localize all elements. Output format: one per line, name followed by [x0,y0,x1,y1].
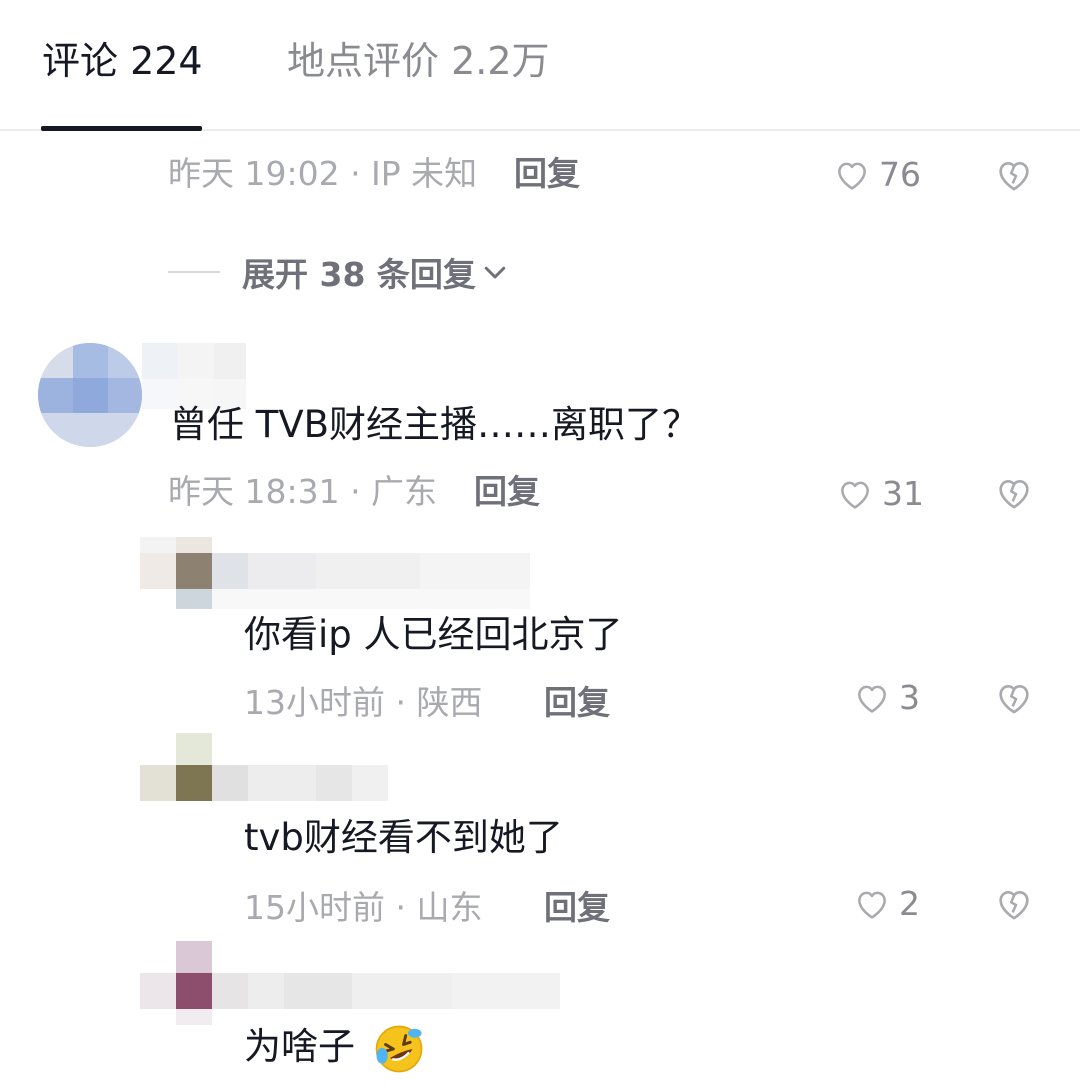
heart-icon [838,162,866,190]
comments-page: 评论 224 地点评价 2.2万 昨天 19:02 · IP 未知 回复 76 … [0,0,1080,1090]
like-button[interactable]: 2 [853,884,920,924]
reply-text: 你看ip 人已经回北京了 [244,613,623,656]
comment-text: 曾任 TVB财经主播……离职了？ [170,403,700,446]
broken-heart-icon[interactable] [994,155,1034,195]
reply-text-content: 为啥子 [244,1025,355,1068]
rolling-laughing-emoji-icon [375,1025,423,1073]
like-count: 76 [879,155,921,194]
tab-bar: 评论 224 地点评价 2.2万 [0,0,1080,131]
like-button[interactable]: 3 [853,678,920,718]
reply-button[interactable]: 回复 [544,683,610,723]
reply-meta: 15小时前 · 山东 [244,888,483,927]
comment-meta: 昨天 18:31 · 广东 [168,472,438,511]
like-count: 2 [899,884,920,923]
tab-place-reviews[interactable]: 地点评价 2.2万 [287,38,550,84]
expand-replies-button[interactable]: 展开 38 条回复 [168,250,510,294]
tab-comments[interactable]: 评论 224 [42,38,203,84]
reply-text: tvb财经看不到她了 [244,816,563,859]
broken-heart-icon[interactable] [994,473,1034,513]
heart-icon [858,891,886,919]
heart-icon [841,481,869,509]
reply-button[interactable]: 回复 [474,472,540,512]
expand-replies-label: 展开 38 条回复 [242,255,476,294]
like-button[interactable]: 31 [836,474,924,514]
reply-button[interactable]: 回复 [544,888,610,928]
like-button[interactable]: 76 [833,155,921,195]
broken-heart-icon[interactable] [994,884,1034,924]
tab-active-indicator [41,126,202,131]
reply-button[interactable]: 回复 [514,154,580,194]
heart-icon [858,685,886,713]
reply-meta: 13小时前 · 陕西 [244,683,483,722]
avatar[interactable] [38,343,142,447]
broken-heart-icon[interactable] [994,678,1034,718]
reply-text: 为啥子 [244,1024,355,1070]
like-count: 31 [882,474,924,513]
comment-meta: 昨天 19:02 · IP 未知 [168,154,478,193]
chevron-down-icon [484,266,506,279]
expand-divider-line [168,271,220,273]
like-count: 3 [899,678,920,717]
